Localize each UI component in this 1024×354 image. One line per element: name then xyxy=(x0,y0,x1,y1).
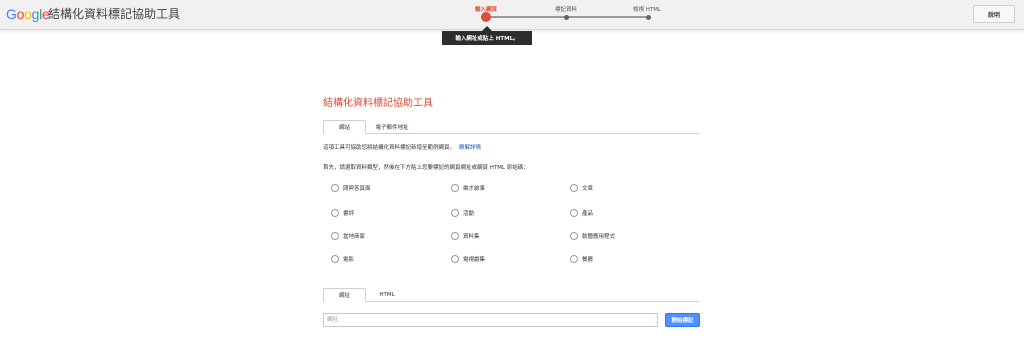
tab-email[interactable]: 電子郵件地址 xyxy=(367,120,417,134)
radio-label: 電視劇集 xyxy=(463,257,486,263)
learn-more-link[interactable]: 瞭解詳情 xyxy=(459,145,481,151)
radio-circle[interactable] xyxy=(451,184,459,192)
radio-option-product[interactable]: 產品 xyxy=(570,209,593,217)
radio-circle[interactable] xyxy=(331,255,339,263)
radio-label: 徵才啟事 xyxy=(463,186,486,192)
description: 這項工具可協助您將結構化資料標記新增至範例網頁。 瞭解詳情 xyxy=(323,143,481,151)
radio-label: 活動 xyxy=(463,211,475,217)
radio-label: 當地商家 xyxy=(343,234,366,240)
google-logo: Google xyxy=(6,6,50,22)
description-text: 這項工具可協助您將結構化資料標記新增至範例網頁。 xyxy=(323,145,456,151)
radio-circle[interactable] xyxy=(570,255,578,263)
step-tooltip: 輸入網址或貼上 HTML。 xyxy=(442,31,532,45)
tab-url[interactable]: 網址 xyxy=(323,288,366,302)
radio-option-software-app[interactable]: 軟體應用程式 xyxy=(570,232,615,240)
radio-circle[interactable] xyxy=(570,209,578,217)
logo-letter: o xyxy=(16,6,25,22)
step-label-input[interactable]: 輸入網頁 xyxy=(475,5,497,13)
radio-option-event[interactable]: 活動 xyxy=(451,209,474,217)
step-label-tag[interactable]: 標記資料 xyxy=(555,5,577,13)
source-tabs: 網站 電子郵件地址 xyxy=(323,120,699,134)
radio-circle[interactable] xyxy=(570,232,578,240)
logo-letter: g xyxy=(31,6,40,22)
step-dot-tag[interactable] xyxy=(564,15,569,20)
radio-option-job-posting[interactable]: 徵才啟事 xyxy=(451,184,485,192)
radio-circle[interactable] xyxy=(451,232,459,240)
radio-circle[interactable] xyxy=(570,184,578,192)
url-input[interactable] xyxy=(323,313,658,327)
input-tabs: 網址 HTML xyxy=(323,288,699,302)
radio-option-qa-page[interactable]: 問與答頁面 xyxy=(331,184,371,192)
radio-label: 電影 xyxy=(343,257,355,263)
radio-label: 文章 xyxy=(582,186,594,192)
radio-label: 資料集 xyxy=(463,234,480,240)
step-dot-html[interactable] xyxy=(646,15,651,20)
tab-html[interactable]: HTML xyxy=(367,288,407,302)
radio-circle[interactable] xyxy=(331,232,339,240)
tab-website[interactable]: 網站 xyxy=(323,120,366,134)
radio-label: 問與答頁面 xyxy=(343,186,371,192)
radio-circle[interactable] xyxy=(451,209,459,217)
radio-label: 書評 xyxy=(343,211,355,217)
start-tagging-button[interactable]: 開始標記 xyxy=(665,313,700,327)
radio-circle[interactable] xyxy=(331,209,339,217)
radio-option-tv-episode[interactable]: 電視劇集 xyxy=(451,255,485,263)
radio-label: 軟體應用程式 xyxy=(582,234,616,240)
logo-letter: o xyxy=(24,6,32,22)
page-title: 結構化資料標記協助工具 xyxy=(323,98,433,109)
radio-option-movie[interactable]: 電影 xyxy=(331,255,354,263)
app-title: 結構化資料標記協助工具 xyxy=(48,7,181,21)
radio-label: 餐廳 xyxy=(582,257,594,263)
radio-circle[interactable] xyxy=(331,184,339,192)
step-label-html[interactable]: 檢視 HTML xyxy=(633,5,661,13)
radio-option-dataset[interactable]: 資料集 xyxy=(451,232,480,240)
radio-option-book-review[interactable]: 書評 xyxy=(331,209,354,217)
top-header: Google 結構化資料標記協助工具 輸入網頁 標記資料 檢視 HTML 說明 xyxy=(0,0,1024,30)
radio-option-local-business[interactable]: 當地商家 xyxy=(331,232,365,240)
radio-label: 產品 xyxy=(582,211,594,217)
logo-letter: G xyxy=(6,6,17,22)
step-dot-input[interactable] xyxy=(481,12,491,22)
instruction-text: 首先，請選取資料類型，然後在下方貼上您要標記的網頁網址或網頁 HTML 原始碼： xyxy=(323,165,529,171)
radio-circle[interactable] xyxy=(451,255,459,263)
help-button[interactable]: 說明 xyxy=(973,5,1015,23)
radio-option-article[interactable]: 文章 xyxy=(570,184,593,192)
radio-option-restaurant[interactable]: 餐廳 xyxy=(570,255,593,263)
